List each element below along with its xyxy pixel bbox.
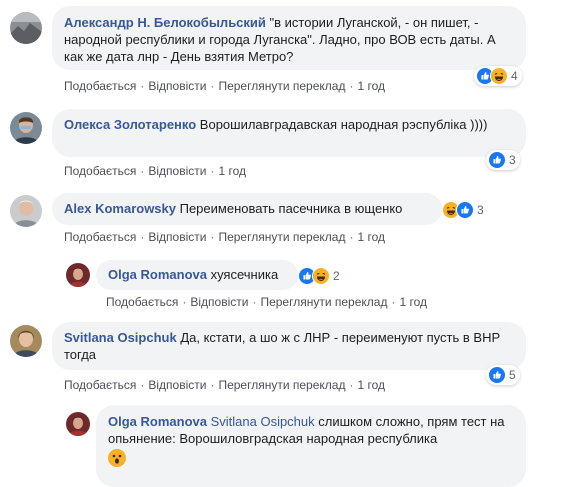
reaction-count: 5 (509, 368, 516, 382)
reaction-count: 4 (511, 69, 518, 83)
comment-bubble: Олекса Золотаренко Ворошилавградавская н… (52, 109, 526, 157)
comment-actions: Подобається · Відповісти · Переглянути перек… (64, 230, 386, 244)
like-link[interactable]: Подобається (64, 230, 136, 244)
reply-link[interactable]: Відповісти (148, 230, 206, 244)
comment-actions: Подобається · Відповісти · Переглянути перек… (106, 295, 428, 309)
comment-bubble: Olga Romanova Svitlana Osipchuk слишком … (96, 405, 526, 487)
comment-author[interactable]: Alex Komarowsky (64, 201, 176, 216)
reaction-summary[interactable]: 3 (486, 150, 520, 170)
reply-link[interactable]: Відповісти (148, 378, 206, 392)
reply-link[interactable]: Відповісти (190, 295, 248, 309)
timestamp[interactable]: 1 год (357, 230, 385, 244)
translate-link[interactable]: Переглянути переклад (218, 378, 345, 392)
comment-bubble: Александр Н. Белокобыльский "в истории Л… (52, 6, 526, 70)
comment-text: Переименовать пасечника в ющенко (176, 201, 403, 216)
reaction-count: 2 (333, 269, 340, 283)
reaction-summary[interactable]: 4 (474, 66, 522, 86)
comment-text: хуясечника (206, 267, 279, 282)
comment-author[interactable]: Olga Romanova (108, 267, 207, 282)
like-link[interactable]: Подобається (64, 79, 136, 93)
comment-author[interactable]: Александр Н. Белокобыльский (64, 15, 266, 30)
comment-bubble: Olga Romanova хуясечника (96, 260, 298, 290)
comment-author[interactable]: Олекса Золотаренко (64, 117, 196, 132)
like-link[interactable]: Подобається (64, 378, 136, 392)
reaction-summary[interactable]: 5 (486, 365, 520, 385)
comment-actions: Подобається · Відповісти · Переглянути перек… (64, 378, 386, 392)
reaction-summary[interactable]: 2 (298, 266, 340, 286)
reaction-count: 3 (477, 203, 484, 217)
reaction-summary[interactable]: 3 (442, 200, 484, 220)
haha-icon (312, 267, 330, 285)
reply-link[interactable]: Відповісти (148, 79, 206, 93)
avatar[interactable] (10, 12, 42, 44)
like-icon (488, 366, 506, 384)
comment-actions: Подобається · Відповісти · 1 год (64, 164, 246, 178)
avatar[interactable] (10, 325, 42, 357)
timestamp[interactable]: 1 год (357, 378, 385, 392)
translate-link[interactable]: Переглянути переклад (260, 295, 387, 309)
reaction-count: 3 (509, 153, 516, 167)
reply-link[interactable]: Відповісти (148, 164, 206, 178)
timestamp[interactable]: 1 год (357, 79, 385, 93)
timestamp[interactable]: 1 год (399, 295, 427, 309)
comment-text: Ворошилавградавская народная рэспублiка … (196, 117, 488, 132)
translate-link[interactable]: Переглянути переклад (218, 230, 345, 244)
comment-bubble: Alex Komarowsky Переименовать пасечника … (52, 193, 442, 225)
avatar[interactable] (10, 112, 42, 144)
like-link[interactable]: Подобається (64, 164, 136, 178)
translate-link[interactable]: Переглянути переклад (218, 79, 345, 93)
avatar[interactable] (66, 263, 90, 287)
like-icon (488, 151, 506, 169)
mention-link[interactable]: Svitlana Osipchuk (211, 414, 315, 429)
wow-icon[interactable] (108, 449, 126, 467)
avatar[interactable] (66, 412, 90, 436)
comment-author[interactable]: Olga Romanova (108, 414, 207, 429)
comment-actions: Подобається · Відповісти · Переглянути перек… (64, 79, 386, 93)
haha-icon (490, 67, 508, 85)
like-link[interactable]: Подобається (106, 295, 178, 309)
comment-author[interactable]: Svitlana Osipchuk (64, 330, 177, 345)
comment-bubble: Svitlana Osipchuk Да, кстати, а шо ж с Л… (52, 322, 526, 370)
like-icon (456, 201, 474, 219)
avatar[interactable] (10, 195, 42, 227)
timestamp[interactable]: 1 год (218, 164, 246, 178)
